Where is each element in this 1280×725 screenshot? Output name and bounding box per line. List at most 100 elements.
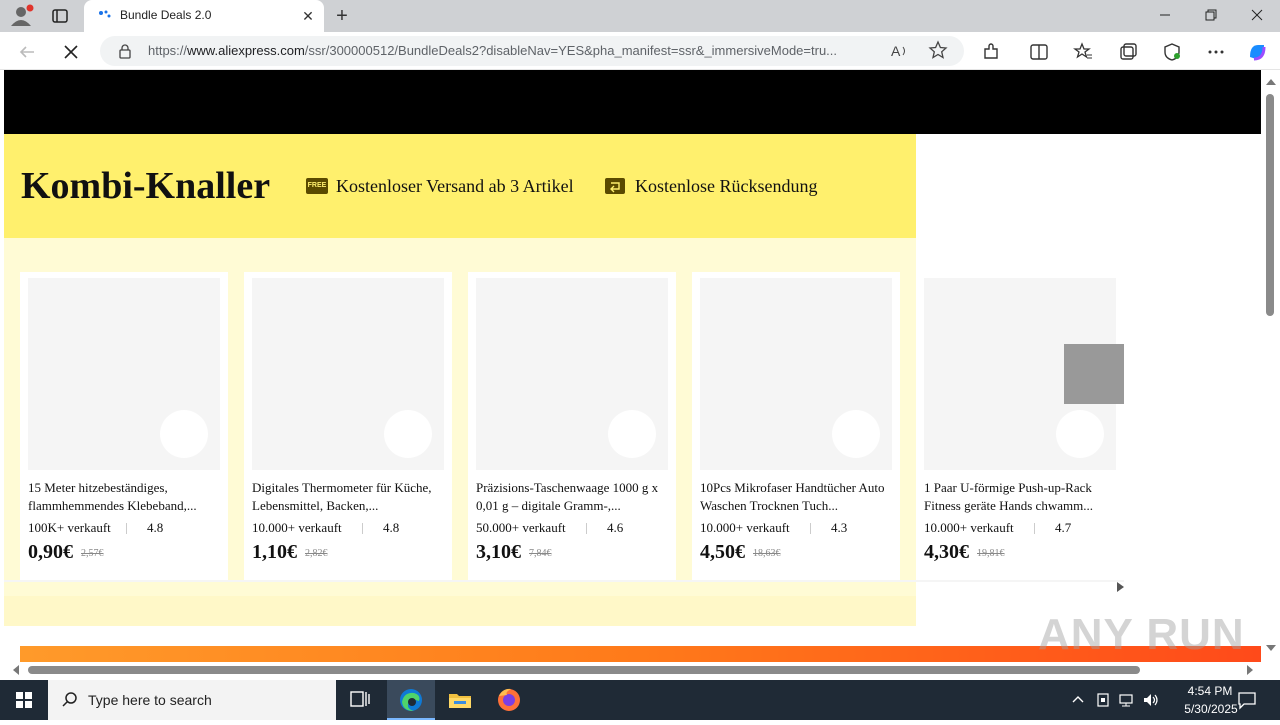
tab-title: Bundle Deals 2.0 <box>120 8 212 22</box>
edge-taskbar-icon[interactable] <box>387 680 435 720</box>
vertical-scrollbar[interactable] <box>1261 70 1280 662</box>
original-price: 19,81€ <box>977 548 1005 559</box>
browser-title-bar: Bundle Deals 2.0 ✕ + <box>0 0 1280 32</box>
tab-bundle-deals[interactable]: Bundle Deals 2.0 ✕ <box>84 0 324 32</box>
stop-loading-icon[interactable] <box>60 41 82 63</box>
favorites-icon[interactable] <box>1072 41 1094 63</box>
minimize-icon[interactable] <box>1142 0 1188 32</box>
system-tray <box>1062 680 1162 720</box>
profile-avatar-icon[interactable] <box>8 4 34 28</box>
rating: 4.8 <box>147 520 164 535</box>
tab-close-icon[interactable]: ✕ <box>300 8 316 24</box>
scroll-right-icon[interactable] <box>1246 664 1254 676</box>
price: 0,90€ <box>28 541 73 563</box>
product-card[interactable]: 15 Meter hitzebeständiges, flammhemmende… <box>20 272 228 580</box>
carousel-right-arrow-icon[interactable] <box>1114 580 1126 594</box>
firefox-icon[interactable] <box>485 680 533 720</box>
scroll-up-icon[interactable] <box>1266 78 1276 86</box>
restore-icon[interactable] <box>1188 0 1234 32</box>
price: 1,10€ <box>252 541 297 563</box>
show-hidden-icons-icon[interactable] <box>1072 694 1084 704</box>
product-title[interactable]: 1 Paar U-förmige Push-up-Rack Fitness ge… <box>924 479 1116 515</box>
taskbar-search-box[interactable]: Type here to search <box>48 680 336 720</box>
favorite-star-icon[interactable] <box>928 40 948 60</box>
price: 4,50€ <box>700 541 745 563</box>
anyrun-watermark: ANY RUN <box>1038 610 1245 659</box>
read-aloud-icon[interactable]: A <box>890 41 910 61</box>
close-window-icon[interactable] <box>1234 0 1280 32</box>
rating: 4.3 <box>831 520 848 535</box>
separator <box>1034 523 1035 534</box>
volume-icon[interactable] <box>1142 692 1160 708</box>
search-icon <box>60 690 80 710</box>
product-title[interactable]: 10Pcs Mikrofaser Handtücher Auto Waschen… <box>700 479 892 515</box>
browser-essentials-icon[interactable] <box>1161 41 1183 63</box>
scroll-down-icon[interactable] <box>1266 644 1276 652</box>
product-card[interactable]: 10Pcs Mikrofaser Handtücher Auto Waschen… <box>692 272 900 580</box>
product-card[interactable]: 1 Paar U-förmige Push-up-Rack Fitness ge… <box>916 272 1124 580</box>
copilot-icon[interactable] <box>1246 41 1268 63</box>
security-icon[interactable] <box>1096 692 1110 708</box>
product-title[interactable]: Digitales Thermometer für Küche, Lebensm… <box>252 479 444 515</box>
url-protocol: https:// <box>148 43 188 58</box>
address-bar[interactable]: https://www.aliexpress.com/ssr/300000512… <box>100 36 964 66</box>
truck-icon: FREE <box>306 178 328 194</box>
rating: 4.7 <box>1055 520 1072 535</box>
carousel-track <box>4 580 1124 582</box>
section-footer <box>4 596 916 626</box>
more-options-icon[interactable] <box>1205 41 1227 63</box>
original-price: 2,82€ <box>305 548 328 559</box>
carousel-next-button[interactable] <box>1064 344 1124 404</box>
add-to-cart-button[interactable] <box>1056 410 1104 458</box>
price: 3,10€ <box>476 541 521 563</box>
loading-favicon-icon <box>98 9 112 23</box>
price: 4,30€ <box>924 541 969 563</box>
new-tab-button[interactable]: + <box>332 6 352 26</box>
bundle-banner: Kombi-Knaller FREE Kostenloser Versand a… <box>4 134 916 238</box>
svg-text:A: A <box>891 43 901 59</box>
product-card[interactable]: Präzisions-Taschenwaage 1000 g x 0,01 g … <box>468 272 676 580</box>
lock-icon[interactable] <box>118 43 132 59</box>
search-placeholder: Type here to search <box>88 692 212 708</box>
product-title[interactable]: Präzisions-Taschenwaage 1000 g x 0,01 g … <box>476 479 668 515</box>
sold-count: 100K+ verkauft <box>28 520 111 535</box>
original-price: 2,57€ <box>81 548 104 559</box>
split-screen-icon[interactable] <box>1028 41 1050 63</box>
rating: 4.8 <box>383 520 400 535</box>
page-title: Kombi-Knaller <box>21 165 271 207</box>
notifications-icon[interactable] <box>1236 690 1258 710</box>
add-to-cart-button[interactable] <box>384 410 432 458</box>
windows-start-icon[interactable] <box>0 680 48 720</box>
add-to-cart-button[interactable] <box>608 410 656 458</box>
product-card[interactable]: Digitales Thermometer für Küche, Lebensm… <box>244 272 452 580</box>
windows-taskbar: Type here to search 4:54 PM 5/30/2025 <box>0 680 1280 720</box>
separator <box>362 523 363 534</box>
browser-toolbar: https://www.aliexpress.com/ssr/300000512… <box>0 32 1280 70</box>
task-view-icon[interactable] <box>336 680 384 720</box>
vertical-scroll-thumb[interactable] <box>1266 94 1274 316</box>
sold-count: 10.000+ verkauft <box>252 520 342 535</box>
add-to-cart-button[interactable] <box>160 410 208 458</box>
sold-count: 10.000+ verkauft <box>924 520 1014 535</box>
extensions-icon[interactable] <box>980 41 1002 63</box>
collections-icon[interactable] <box>1117 41 1139 63</box>
network-icon[interactable] <box>1118 692 1134 708</box>
tab-actions-icon[interactable] <box>50 6 70 26</box>
free-shipping-text: Kostenloser Versand ab 3 Artikel <box>336 176 574 196</box>
file-explorer-icon[interactable] <box>436 680 484 720</box>
url-path: /ssr/300000512/BundleDeals2?disableNav=Y… <box>304 43 838 58</box>
scroll-left-icon[interactable] <box>12 664 20 676</box>
separator <box>586 523 587 534</box>
original-price: 7,84€ <box>529 548 552 559</box>
original-price: 18,63€ <box>753 548 781 559</box>
url-domain: www.aliexpress.com <box>187 43 305 58</box>
page-viewport: Kombi-Knaller FREE Kostenloser Versand a… <box>4 70 1261 662</box>
horizontal-scroll-thumb[interactable] <box>28 666 1140 674</box>
product-title[interactable]: 15 Meter hitzebeständiges, flammhemmende… <box>28 479 220 515</box>
rating: 4.6 <box>607 520 624 535</box>
sold-count: 50.000+ verkauft <box>476 520 566 535</box>
back-arrow-icon[interactable] <box>16 41 38 63</box>
horizontal-scrollbar[interactable] <box>4 662 1261 680</box>
return-icon <box>605 178 625 194</box>
add-to-cart-button[interactable] <box>832 410 880 458</box>
